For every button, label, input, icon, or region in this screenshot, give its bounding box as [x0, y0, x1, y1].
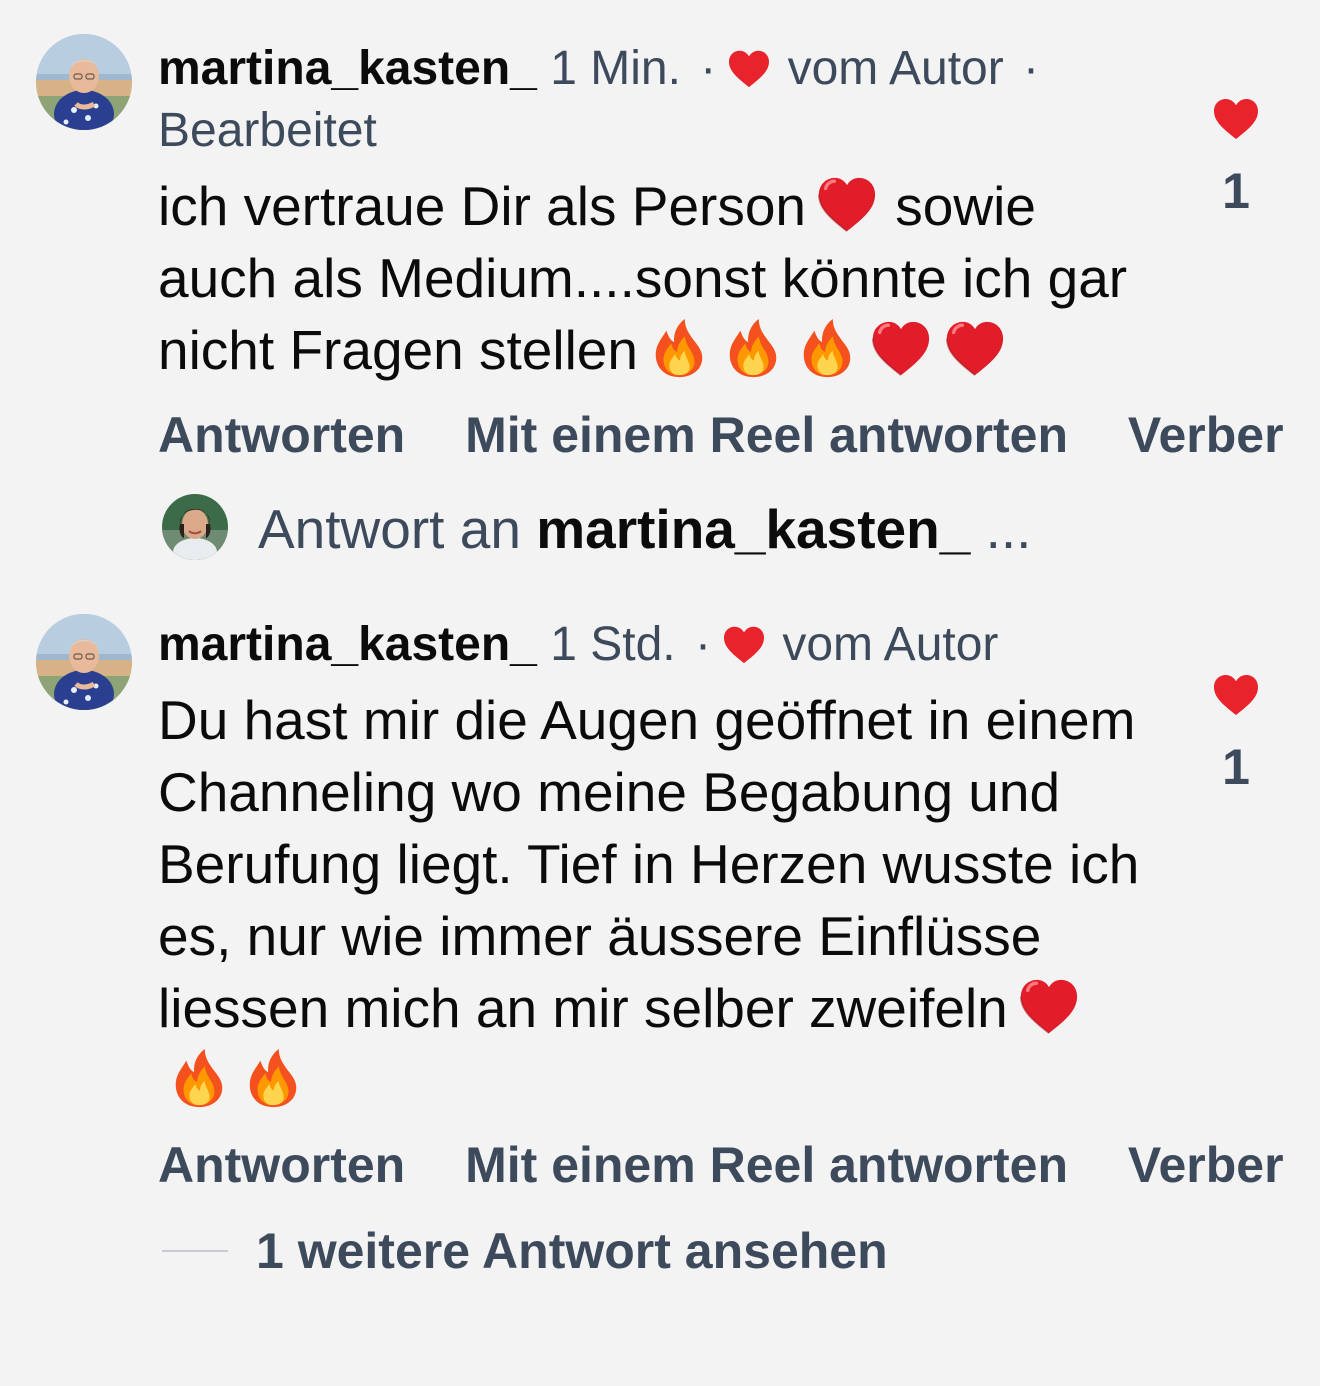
reply-preview-text: Antwort an martina_kasten_ ...: [258, 498, 1031, 560]
like-control: 1: [1196, 672, 1276, 796]
meta-separator: ·: [700, 42, 717, 95]
reply-button[interactable]: Antworten: [158, 1137, 405, 1193]
comment-actions: Antworten Mit einem Reel antworten Verbe…: [158, 406, 1320, 464]
comment-text: ich vertraue Dir als Person sowie auch a…: [158, 173, 1128, 381]
comment-meta: martina_kasten_ 1 Min. · vom Autor · Bea…: [158, 38, 1148, 162]
fire-emoji-icon: [646, 317, 712, 379]
like-control: 1: [1196, 96, 1276, 220]
liked-by-author-label: vom Autor: [782, 618, 999, 671]
meta-separator: ·: [694, 618, 711, 671]
translate-button[interactable]: Verber: [1128, 407, 1284, 463]
translate-button[interactable]: Verber: [1128, 1137, 1284, 1193]
comment-content: martina_kasten_ 1 Std. · vom Autor Du ha…: [158, 614, 1148, 1116]
like-heart-icon[interactable]: [1196, 96, 1276, 140]
like-heart-icon[interactable]: [1196, 672, 1276, 716]
reply-username[interactable]: martina_kasten_: [536, 498, 970, 560]
comment-time: 1 Std.: [550, 618, 676, 671]
comment-content: martina_kasten_ 1 Min. · vom Autor · Bea…: [158, 38, 1148, 386]
meta-separator: ·: [1023, 42, 1040, 95]
reply-button[interactable]: Antworten: [158, 407, 405, 463]
user-avatar[interactable]: [36, 614, 132, 710]
comment-text: Du hast mir die Augen geöffnet in einem …: [158, 684, 1148, 1116]
comment-username[interactable]: martina_kasten_: [158, 618, 537, 671]
author-heart-icon: [721, 624, 767, 664]
comment-username[interactable]: martina_kasten_: [158, 42, 537, 95]
reply-ellipsis: ...: [985, 498, 1032, 560]
heart-emoji-icon: [942, 317, 1008, 379]
reply-reel-button[interactable]: Mit einem Reel antworten: [465, 407, 1068, 463]
fire-emoji-icon: [166, 1047, 232, 1109]
view-more-replies-label[interactable]: 1 weitere Antwort ansehen: [256, 1220, 888, 1282]
author-heart-icon: [726, 48, 772, 88]
like-count: 1: [1222, 739, 1250, 795]
fire-emoji-icon: [240, 1047, 306, 1109]
edited-label: Bearbeitet: [158, 104, 377, 157]
heart-emoji-icon: [868, 317, 934, 379]
thread-line: [162, 1250, 228, 1252]
heart-emoji-icon: [1016, 975, 1082, 1037]
heart-emoji-icon: [814, 173, 880, 235]
fire-emoji-icon: [720, 317, 786, 379]
comment-actions: Antworten Mit einem Reel antworten Verbe…: [158, 1136, 1320, 1194]
like-count: 1: [1222, 163, 1250, 219]
comment-time: 1 Min.: [550, 42, 681, 95]
reply-avatar: [162, 494, 228, 560]
liked-by-author-label: vom Autor: [787, 42, 1004, 95]
fire-emoji-icon: [794, 317, 860, 379]
comment-meta: martina_kasten_ 1 Std. · vom Autor: [158, 614, 1148, 676]
reply-prefix: Antwort an: [258, 498, 521, 560]
user-avatar[interactable]: [36, 34, 132, 130]
reply-reel-button[interactable]: Mit einem Reel antworten: [465, 1137, 1068, 1193]
